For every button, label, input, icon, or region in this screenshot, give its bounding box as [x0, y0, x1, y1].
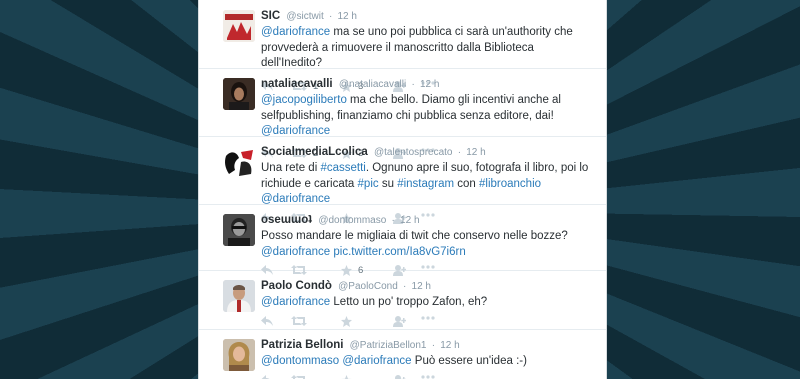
timestamp[interactable]: 12 h: [412, 281, 431, 292]
tweet-item[interactable]: SIC @sictwit · 12 h @dariofrance ma se u…: [199, 0, 606, 92]
avatar[interactable]: [223, 146, 255, 178]
tweet-item[interactable]: SocialmediaLcolica @talentosprecato · 12…: [199, 137, 606, 224]
avatar[interactable]: [223, 214, 255, 246]
follow-icon: [395, 374, 406, 379]
tweet-link[interactable]: @jacopogiliberto: [261, 94, 347, 106]
retweet-icon: [291, 315, 307, 326]
follow-icon: [393, 315, 406, 327]
tweet-link[interactable]: @dariofrance: [261, 193, 330, 205]
author-handle[interactable]: @dontommaso: [318, 215, 386, 226]
avatar[interactable]: [223, 280, 255, 312]
tweet-link[interactable]: #instagram: [397, 178, 454, 190]
tweet-text: @dariofrance Letto un po' troppo Zafon, …: [261, 295, 596, 311]
avatar[interactable]: [223, 78, 255, 110]
tweet-text-segment: Letto un po' troppo Zafon, eh?: [330, 296, 488, 308]
author-name[interactable]: Patrizia Belloni: [261, 339, 343, 351]
retweet-button[interactable]: [291, 315, 313, 326]
favorite-button[interactable]: [341, 374, 358, 379]
avatar[interactable]: [223, 339, 255, 371]
tweet-item[interactable]: nataliacavalli @nataliacavalli · 12 h @j…: [199, 69, 606, 159]
tweet-item[interactable]: Paolo Condò @PaoloCond · 12 h @dariofran…: [199, 271, 606, 330]
more-icon: [421, 315, 435, 320]
timestamp[interactable]: 12 h: [440, 340, 459, 351]
author-name[interactable]: SIC: [261, 10, 280, 22]
retweet-icon: [291, 374, 305, 379]
tweet-link[interactable]: pic.twitter.com/Ia8vG7i6rn: [330, 246, 465, 258]
more-icon: [421, 374, 435, 379]
reply-icon: [261, 374, 271, 379]
avatar[interactable]: [223, 10, 255, 42]
separator-dot: ·: [328, 11, 333, 22]
tweet-link[interactable]: @dariofrance: [342, 355, 411, 367]
tweet-item[interactable]: oseɯɯoʇ @dontommaso · 12 h Posso mandare…: [199, 205, 606, 276]
reply-button[interactable]: [261, 315, 273, 326]
author-name[interactable]: Paolo Condò: [261, 280, 332, 292]
author-handle[interactable]: @PaoloCond: [338, 281, 398, 292]
author-handle[interactable]: @talentosprecato: [374, 147, 453, 158]
author-handle[interactable]: @PatriziaBellon1: [350, 340, 427, 351]
star-icon: [341, 315, 352, 327]
tweet-text: @jacopogiliberto ma che bello. Diamo gli…: [261, 93, 596, 140]
author-name[interactable]: SocialmediaLcolica: [261, 146, 368, 158]
separator-dot: ·: [431, 340, 436, 351]
separator-dot: ·: [402, 281, 407, 292]
more-button[interactable]: [421, 265, 435, 269]
separator-dot: ·: [391, 215, 395, 226]
tweet-link[interactable]: #pic: [358, 178, 379, 190]
more-button[interactable]: [421, 315, 435, 320]
more-button[interactable]: [421, 374, 435, 379]
tweet-link[interactable]: #libroanchio: [479, 178, 541, 190]
tweet-link[interactable]: @dariofrance: [261, 26, 330, 38]
tweet-text-segment: Posso mandare le migliaia di twit che co…: [261, 230, 568, 242]
author-name[interactable]: oseɯɯoʇ: [261, 214, 312, 226]
reply-icon: [261, 315, 273, 326]
author-handle[interactable]: @sictwit: [286, 11, 323, 22]
tweet-link[interactable]: @dariofrance: [261, 125, 330, 137]
tweet-text-segment: Una rete di: [261, 162, 321, 174]
timestamp[interactable]: 12 h: [400, 215, 419, 226]
follow-button[interactable]: [393, 315, 406, 327]
author-name[interactable]: nataliacavalli: [261, 78, 333, 90]
tweet-text-segment: Può essere un'idea :-): [411, 355, 527, 367]
tweet-actions: [261, 373, 596, 379]
tweet-item[interactable]: Patrizia Belloni @PatriziaBellon1 · 12 h…: [199, 330, 606, 379]
more-icon: [421, 265, 435, 269]
tweet-text: Una rete di #cassetti. Ognuno apre il su…: [261, 161, 596, 208]
tweet-text: @dariofrance ma se uno poi pubblica ci s…: [261, 25, 596, 72]
tweet-timeline[interactable]: SIC @sictwit · 12 h @dariofrance ma se u…: [198, 0, 607, 379]
star-icon: [341, 374, 352, 379]
tweet-text-segment: su: [378, 177, 398, 190]
tweet-link[interactable]: @dontommaso: [261, 355, 339, 367]
favorite-button[interactable]: [341, 315, 358, 327]
tweet-text: @dontommaso @dariofrance Può essere un'i…: [261, 354, 596, 370]
retweet-button[interactable]: [291, 374, 313, 379]
tweet-text-segment: con: [454, 177, 480, 190]
tweet-link[interactable]: @dariofrance: [261, 296, 330, 308]
timestamp[interactable]: 12 h: [338, 11, 357, 22]
separator-dot: ·: [411, 79, 415, 90]
tweet-link[interactable]: @dariofrance: [261, 246, 330, 258]
author-handle[interactable]: @nataliacavalli: [339, 79, 406, 90]
timestamp[interactable]: 12 h: [466, 147, 485, 158]
follow-button[interactable]: [393, 374, 406, 379]
reply-button[interactable]: [261, 374, 273, 379]
separator-dot: ·: [457, 147, 462, 158]
tweet-link[interactable]: #cassetti: [320, 162, 365, 174]
timestamp[interactable]: 12 h: [420, 79, 439, 90]
tweet-text: Posso mandare le migliaia di twit che co…: [261, 229, 596, 260]
